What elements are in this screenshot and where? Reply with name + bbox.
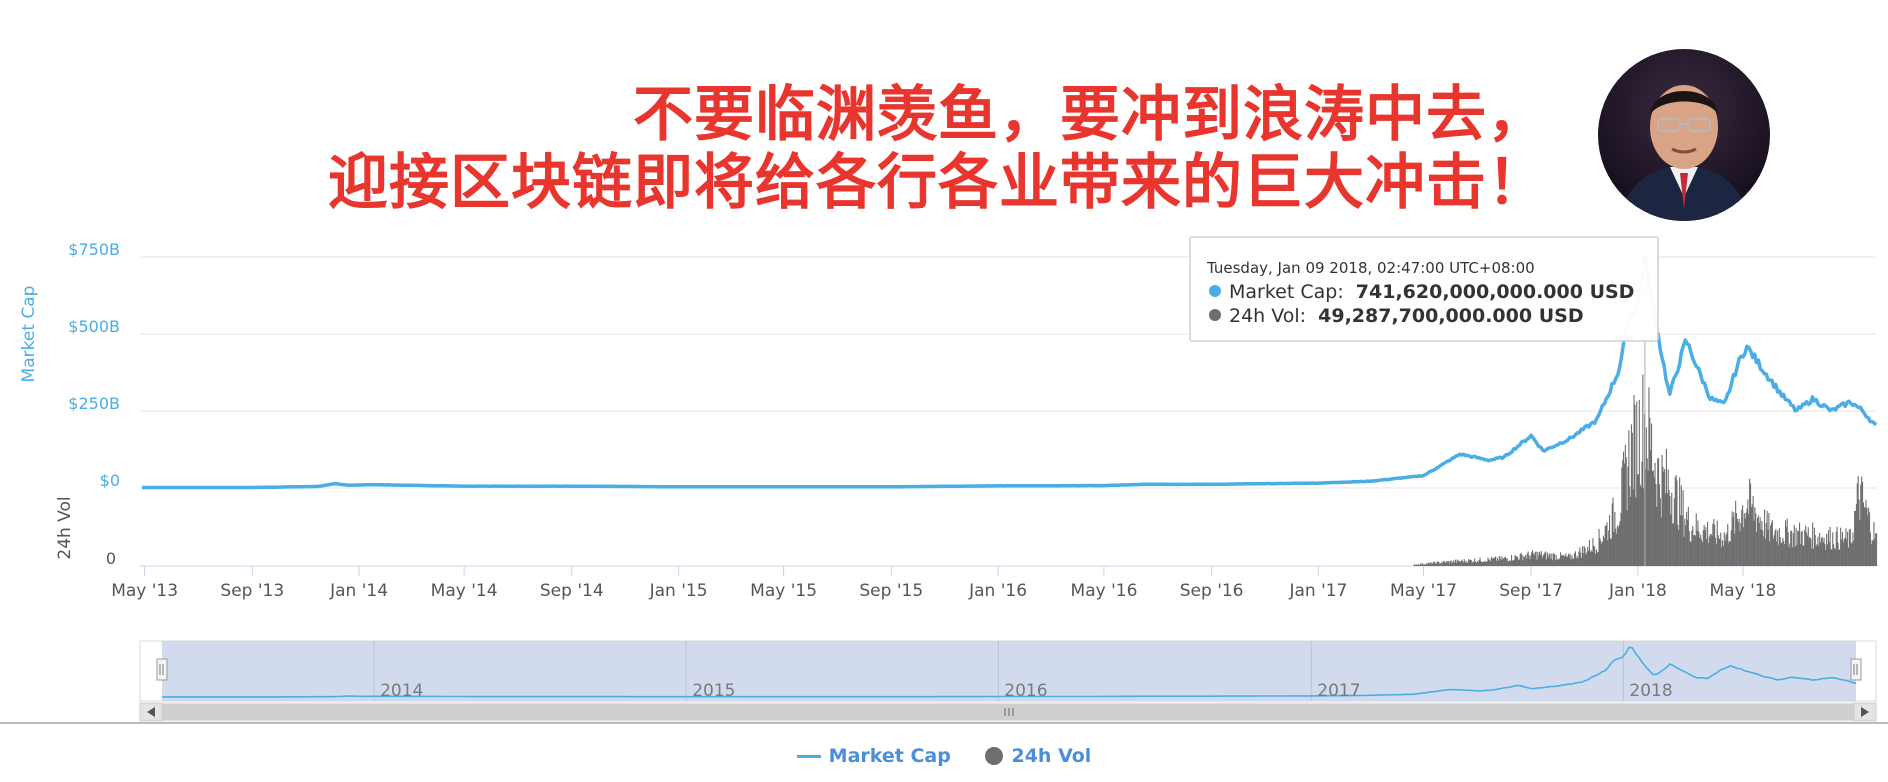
x-tick-label: Jan '18 bbox=[1608, 581, 1667, 601]
x-tick-label: Sep '13 bbox=[220, 581, 284, 601]
svg-text:24h Vol: 49,287,700,000.: 24h Vol: 49,287,700,000.000 USD bbox=[1229, 305, 1584, 327]
x-tick-label: May '16 bbox=[1071, 581, 1138, 601]
x-tick-label: Jan '14 bbox=[329, 581, 388, 601]
legend-item-market-cap[interactable]: Market Cap bbox=[796, 744, 951, 767]
x-tick-label: May '18 bbox=[1710, 581, 1777, 601]
navigator[interactable]: 2014 2015 2016 2017 2018 bbox=[139, 640, 1877, 702]
legend-label: Market Cap bbox=[828, 744, 951, 767]
market-cap-chart: Market Cap 24h Vol $750B $500B $250B $0 … bbox=[0, 236, 1888, 724]
y-axis-title-market-cap: Market Cap bbox=[19, 286, 39, 383]
legend-label: 24h Vol bbox=[1011, 744, 1092, 767]
x-tick-label: Sep '15 bbox=[859, 581, 923, 601]
tooltip-market-cap-label: Market Cap: bbox=[1229, 281, 1344, 303]
x-tick-label: May '15 bbox=[750, 581, 817, 601]
scrollbar[interactable] bbox=[139, 702, 1877, 722]
vol-tick-label: 0 bbox=[106, 549, 116, 568]
navigator-left-handle[interactable] bbox=[156, 658, 168, 681]
legend-item-24h-vol[interactable]: 24h Vol bbox=[985, 745, 1091, 767]
x-tick-label: May '13 bbox=[111, 581, 178, 601]
x-tick-label: Jan '17 bbox=[1288, 581, 1347, 601]
navigator-year-label: 2014 bbox=[380, 681, 423, 701]
x-tick-label: Sep '16 bbox=[1180, 581, 1244, 601]
tooltip-market-cap-value: 741,620,000,000.000 USD bbox=[1356, 281, 1635, 303]
navigator-year-label: 2017 bbox=[1317, 681, 1360, 701]
x-axis-ticks: May '13 Sep '13 Jan '14 May '14 Sep '14 Jan '… bbox=[111, 566, 1776, 601]
legend: Market Cap 24h Vol bbox=[0, 744, 1888, 767]
y-axis-title-24h-vol: 24h Vol bbox=[55, 496, 75, 559]
navigator-year-label: 2018 bbox=[1629, 681, 1672, 701]
navigator-right-handle[interactable] bbox=[1850, 658, 1862, 681]
navigator-year-label: 2016 bbox=[1004, 681, 1047, 701]
vol-legend-icon bbox=[985, 747, 1004, 765]
x-tick-label: May '14 bbox=[431, 581, 498, 601]
tooltip-vol-marker bbox=[1209, 309, 1221, 321]
tooltip: Tuesday, Jan 09 2018, 02:47:00 UTC+08:00… bbox=[1189, 236, 1659, 342]
market-cap-legend-icon bbox=[796, 754, 821, 758]
y-tick-label: $250B bbox=[68, 394, 120, 413]
x-tick-label: Sep '14 bbox=[540, 581, 604, 601]
y-tick-label: $500B bbox=[68, 317, 120, 336]
x-tick-label: May '17 bbox=[1390, 581, 1457, 601]
tooltip-vol-label: 24h Vol: bbox=[1229, 305, 1306, 327]
tooltip-vol-value: 49,287,700,000.000 USD bbox=[1318, 305, 1583, 327]
tooltip-date: Tuesday, Jan 09 2018, 02:47:00 UTC+08:00 bbox=[1206, 259, 1535, 277]
svg-text:Market Cap: 741,620,000,: Market Cap: 741,620,000,000.000 USD bbox=[1229, 281, 1634, 303]
tooltip-market-cap-marker bbox=[1209, 285, 1221, 297]
volume-bar bbox=[1876, 533, 1878, 566]
y-tick-label: $750B bbox=[68, 240, 120, 259]
x-tick-label: Jan '15 bbox=[649, 581, 708, 601]
y-tick-label: $0 bbox=[100, 471, 120, 490]
navigator-year-label: 2015 bbox=[692, 681, 735, 701]
x-tick-label: Jan '16 bbox=[968, 581, 1027, 601]
x-tick-label: Sep '17 bbox=[1499, 581, 1563, 601]
